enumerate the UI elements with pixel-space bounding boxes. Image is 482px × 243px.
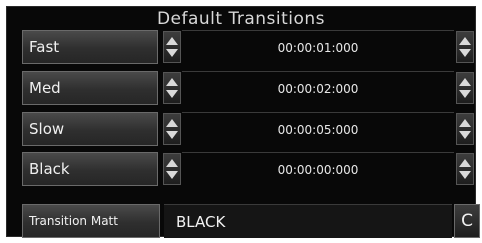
slow-right-spinner[interactable] [456,113,474,145]
fast-left-spinner[interactable] [163,31,181,63]
transition-row-slow: Slow 00:00:05:000 [22,112,480,146]
transition-matte-button[interactable]: Transition Matt [22,204,160,238]
transition-row-fast: Fast 00:00:01:000 [22,30,480,64]
up-down-spinner-icon [459,37,471,57]
med-button[interactable]: Med [22,71,158,105]
slow-button[interactable]: Slow [22,112,158,146]
transition-row-black: Black 00:00:00:000 [22,152,480,186]
up-down-spinner-icon [166,37,178,57]
black-time-field[interactable]: 00:00:00:000 [182,152,454,186]
black-button[interactable]: Black [22,152,158,186]
black-right-spinner[interactable] [456,153,474,185]
transition-matte-value[interactable]: BLACK [164,204,452,238]
up-down-spinner-icon [166,119,178,139]
panel-title: Default Transitions [156,9,326,29]
med-left-spinner[interactable] [163,72,181,104]
slow-left-spinner[interactable] [163,113,181,145]
med-right-spinner[interactable] [456,72,474,104]
matte-c-button[interactable]: C [454,204,480,238]
med-time-field[interactable]: 00:00:02:000 [182,71,454,105]
slow-time-field[interactable]: 00:00:05:000 [182,112,454,146]
fast-time-field[interactable]: 00:00:01:000 [182,30,454,64]
fast-button[interactable]: Fast [22,30,158,64]
fast-right-spinner[interactable] [456,31,474,63]
up-down-spinner-icon [166,159,178,179]
up-down-spinner-icon [459,119,471,139]
default-transitions-panel: Default Transitions Fast 00:00:01:000 Me… [6,6,480,238]
transition-row-med: Med 00:00:02:000 [22,71,480,105]
up-down-spinner-icon [459,78,471,98]
up-down-spinner-icon [459,159,471,179]
black-left-spinner[interactable] [163,153,181,185]
up-down-spinner-icon [166,78,178,98]
transition-matte-row: Transition Matt BLACK C [22,204,480,238]
